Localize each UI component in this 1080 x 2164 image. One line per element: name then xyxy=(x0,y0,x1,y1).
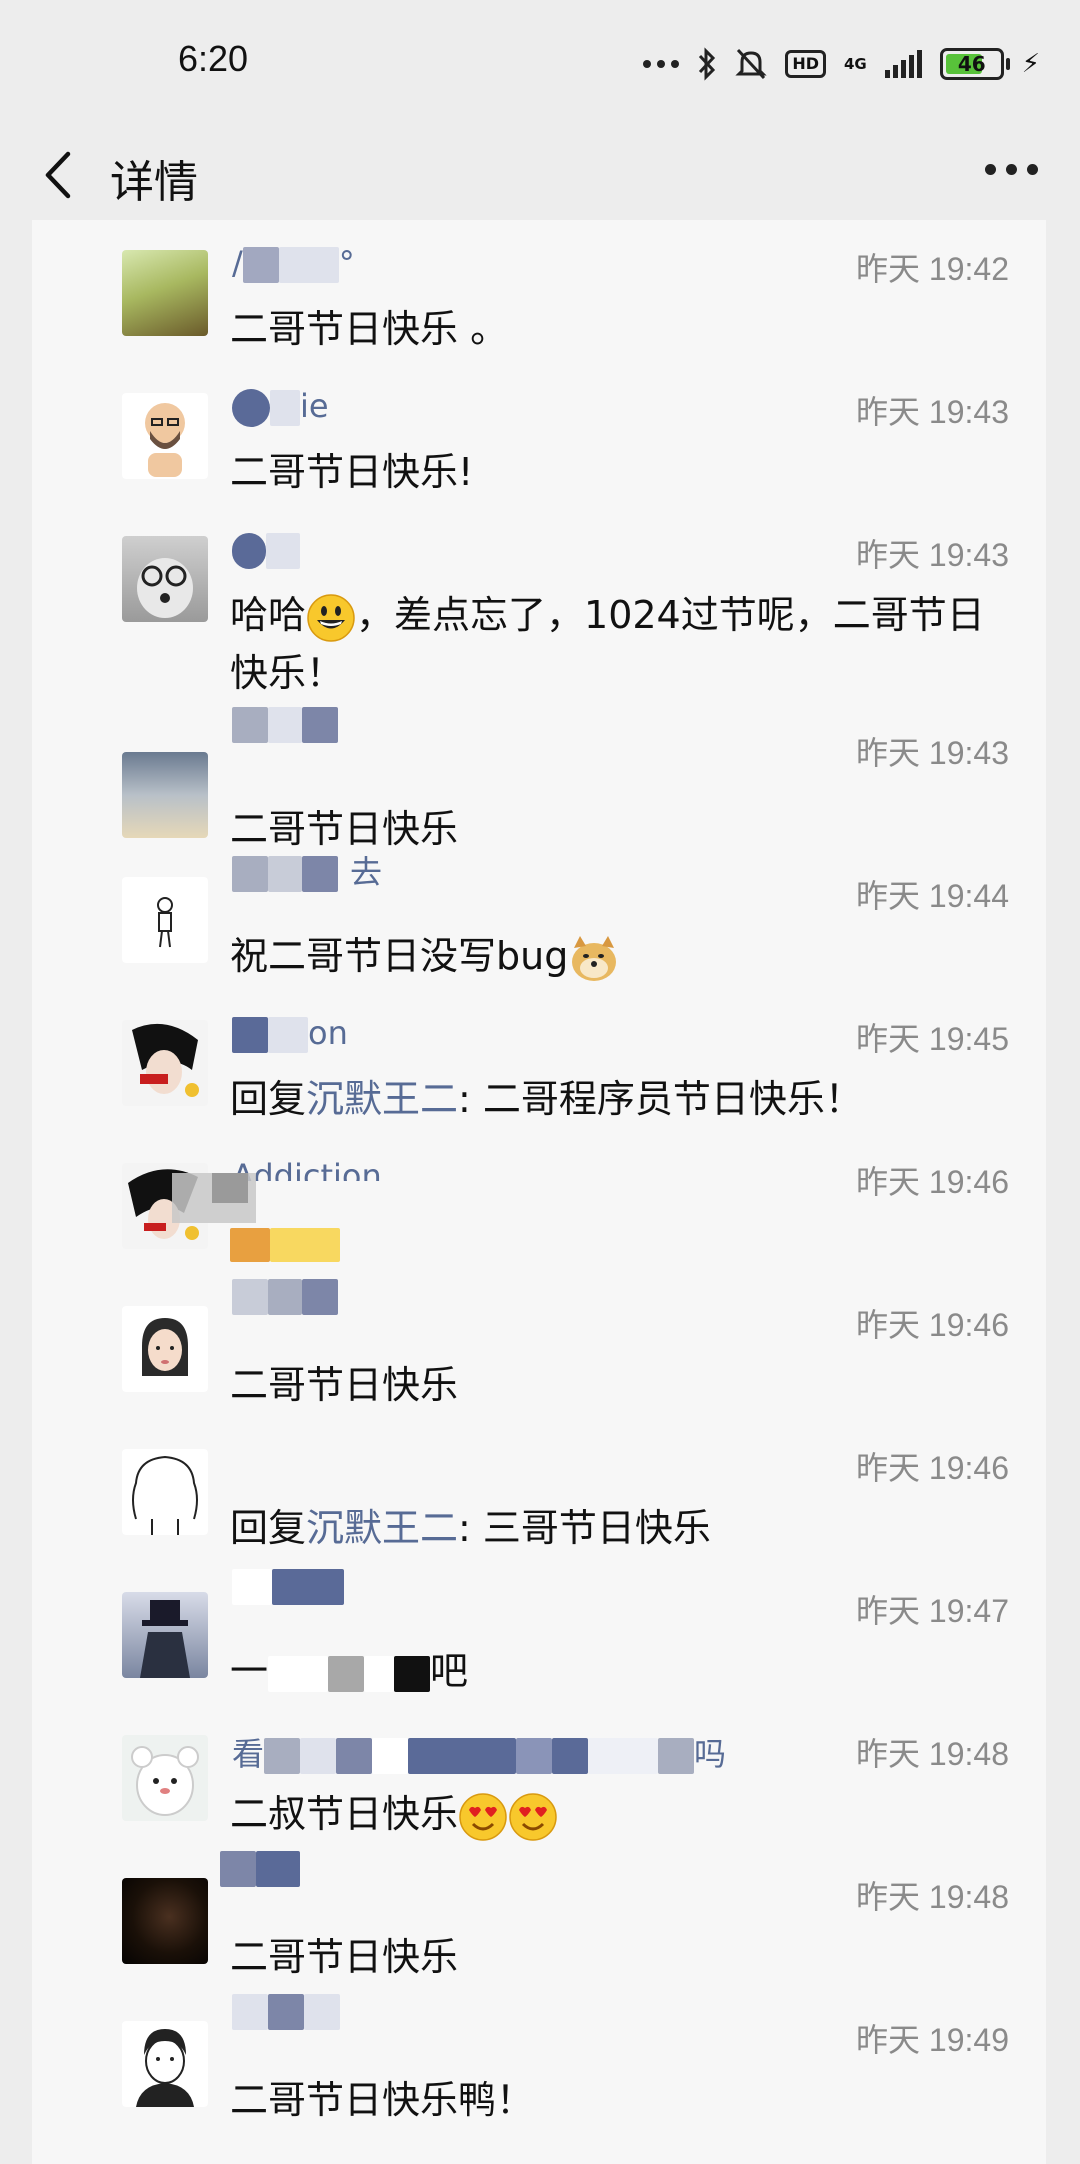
comment-text: 二哥节日快乐 xyxy=(230,1363,459,1407)
comment-text: 二哥节日快乐 xyxy=(230,1935,459,1979)
comment-item: 昨天 19:49 二哥节日快乐鸭！ xyxy=(32,1991,1046,2134)
signal-icon xyxy=(884,50,922,78)
comment-time: 昨天 19:46 xyxy=(856,1450,1009,1486)
commenter-name[interactable]: 看吗 xyxy=(232,1729,726,1774)
bluetooth-icon xyxy=(699,47,716,81)
comment-text: 回复沉默王二: 二哥程序员节日快乐！ xyxy=(230,1077,863,1121)
comment-item: on 昨天 19:45 回复沉默王二: 二哥程序员节日快乐！ xyxy=(32,990,1046,1133)
comment-item: 昨天 19:47 一吧 xyxy=(32,1562,1046,1705)
comment-time: 昨天 19:43 xyxy=(856,394,1009,430)
commenter-name[interactable] xyxy=(232,1991,340,2031)
comment-text: 哈哈 ，差点忘了，1024过节呢，二哥节日快乐！ xyxy=(230,593,985,695)
comment-time: 昨天 19:46 xyxy=(856,1164,1009,1200)
battery-level: 46 xyxy=(957,52,986,76)
comment-text: 一吧 xyxy=(230,1649,469,1693)
avatar[interactable] xyxy=(122,752,208,838)
blurred-content xyxy=(212,1173,248,1203)
back-arrow-icon[interactable] xyxy=(40,150,80,200)
comment-text xyxy=(230,1213,1010,1271)
comment-time: 昨天 19:47 xyxy=(856,1593,1009,1629)
smiley-emoji-icon xyxy=(307,593,355,642)
avatar[interactable] xyxy=(122,1306,208,1392)
status-icons: HD 4G 46 ⚡ xyxy=(643,44,1040,84)
comment-text: 祝二哥节日没写bug xyxy=(230,927,1010,985)
commenter-name[interactable] xyxy=(232,1566,344,1606)
reply-target-link[interactable]: 沉默王二 xyxy=(306,1077,458,1121)
commenter-name[interactable] xyxy=(232,704,338,744)
comment-item: Addiction 昨天 19:46 xyxy=(32,1133,1046,1276)
comment-item: ie 昨天 19:43 二哥节日快乐! xyxy=(32,363,1046,506)
comment-time: 昨天 19:48 xyxy=(856,1879,1009,1915)
comment-item: / ° 昨天 19:42 二哥节日快乐 。 xyxy=(32,220,1046,363)
avatar[interactable] xyxy=(122,877,208,963)
comment-item: 昨天 19:46 回复沉默王二: 三哥节日快乐 xyxy=(32,1419,1046,1562)
status-bar: 6:20 HD 4G 46 ⚡ xyxy=(0,0,1080,120)
more-options-icon[interactable] xyxy=(985,164,1038,175)
comment-time: 昨天 19:44 xyxy=(856,878,1009,914)
comment-item: 昨天 19:43 二哥节日快乐 xyxy=(32,704,1046,851)
commenter-name[interactable]: / ° xyxy=(232,244,355,284)
network-type: 4G xyxy=(843,54,867,73)
avatar[interactable] xyxy=(122,250,208,336)
commenter-name[interactable]: ie xyxy=(232,387,329,427)
hd-voice-icon: HD xyxy=(785,50,826,78)
comment-time: 昨天 19:49 xyxy=(856,2022,1009,2058)
comment-text: 回复沉默王二: 三哥节日快乐 xyxy=(230,1506,711,1550)
doge-emoji-icon xyxy=(572,935,617,981)
comment-time: 昨天 19:46 xyxy=(856,1307,1009,1343)
comment-text: 二哥节日快乐! xyxy=(230,450,474,494)
avatar[interactable] xyxy=(122,1020,208,1106)
status-time: 6:20 xyxy=(178,38,249,79)
nav-bar: 详情 xyxy=(0,120,1080,220)
avatar[interactable] xyxy=(122,393,208,479)
avatar[interactable] xyxy=(122,1449,208,1535)
avatar[interactable] xyxy=(122,1878,208,1964)
comment-text: 二哥节日快乐鸭！ xyxy=(230,2078,535,2122)
avatar[interactable] xyxy=(122,1592,208,1678)
heart-eyes-emoji-icon xyxy=(509,1792,557,1841)
comments-list: / ° 昨天 19:42 二哥节日快乐 。 ie 昨天 19:43 二哥节日快乐!… xyxy=(32,220,1046,2164)
commenter-name[interactable] xyxy=(232,1276,338,1316)
commenter-name[interactable] xyxy=(220,1848,300,1888)
page-title: 详情 xyxy=(110,157,198,208)
avatar[interactable] xyxy=(122,2021,208,2107)
comment-text: 二哥节日快乐 。 xyxy=(230,307,509,351)
comment-item: 去 昨天 19:44 祝二哥节日没写bug xyxy=(32,847,1046,990)
mute-bell-icon xyxy=(735,48,767,80)
comment-item: 看吗 昨天 19:48 二叔节日快乐 xyxy=(32,1705,1046,1848)
commenter-name[interactable] xyxy=(232,530,300,570)
comment-time: 昨天 19:42 xyxy=(856,251,1009,287)
comment-time: 昨天 19:45 xyxy=(856,1021,1009,1057)
commenter-name[interactable]: 去 xyxy=(232,847,382,892)
comment-item: 昨天 19:46 二哥节日快乐 xyxy=(32,1276,1046,1419)
comment-time: 昨天 19:43 xyxy=(856,537,1009,573)
comment-time: 昨天 19:48 xyxy=(856,1736,1009,1772)
heart-eyes-emoji-icon xyxy=(459,1792,507,1841)
charging-icon: ⚡ xyxy=(1021,49,1040,79)
more-notifications-icon xyxy=(643,60,680,68)
avatar[interactable] xyxy=(122,1735,208,1821)
battery-icon: 46 xyxy=(939,48,1010,80)
commenter-name[interactable]: on xyxy=(232,1014,348,1054)
avatar[interactable] xyxy=(122,536,208,622)
reply-target-link[interactable]: 沉默王二 xyxy=(306,1506,458,1550)
comment-item: 昨天 19:43 哈哈 ，差点忘了，1024过节呢，二哥节日快乐！ xyxy=(32,506,1046,704)
comment-item: 昨天 19:48 二哥节日快乐 xyxy=(32,1848,1046,1991)
comment-text: 二叔节日快乐 xyxy=(230,1785,1010,1843)
comment-time: 昨天 19:43 xyxy=(856,735,1009,771)
